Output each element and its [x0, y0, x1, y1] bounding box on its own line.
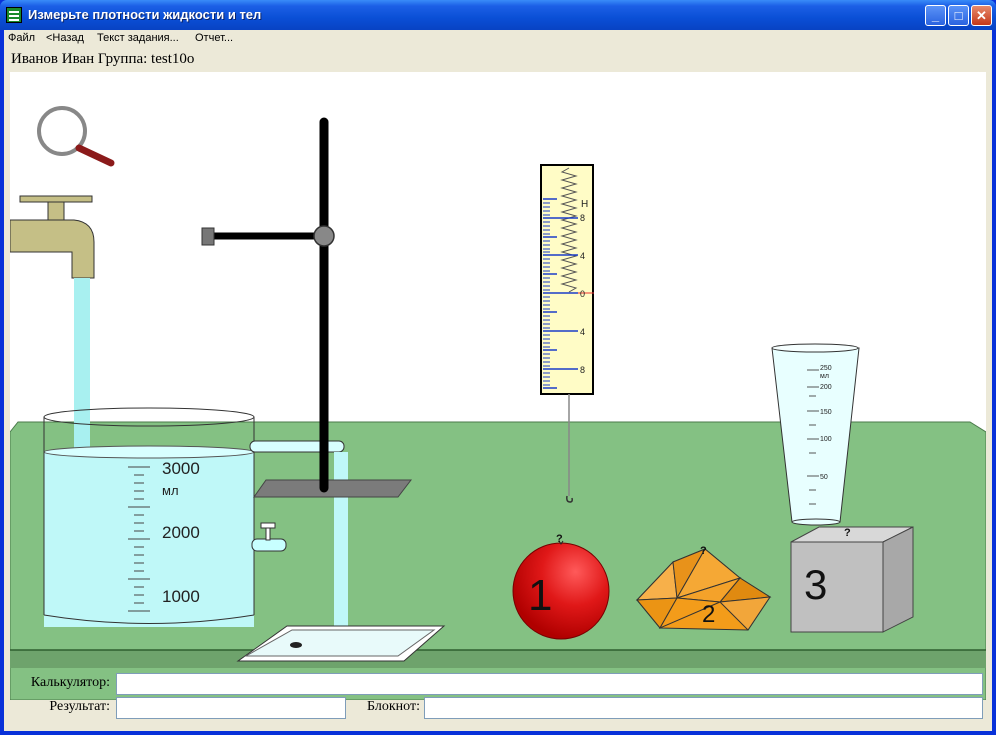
dynamometer-tick-8-top: 8 — [580, 213, 585, 223]
table-edge — [10, 650, 986, 668]
overflow-spout — [249, 440, 345, 453]
dynamometer-tick-0: 0 — [580, 289, 585, 299]
cup-label-100: 100 — [820, 436, 832, 443]
dynamometer-tick-4-bottom: 4 — [580, 327, 585, 337]
beaker-label-3000: 3000 — [162, 459, 200, 478]
result-label: Результат: — [49, 699, 110, 714]
menu-task-text[interactable]: Текст задания... — [97, 32, 179, 44]
beaker-label-unit: мл — [162, 483, 179, 498]
lab-drawing: 3000 мл 2000 1000 Н 8 4 0 4 8 250 мл 200… — [10, 106, 986, 700]
user-info: Иванов Иван Группа: test10o — [11, 51, 195, 67]
cup-label-250: 250 — [820, 365, 832, 372]
cup-label-unit: мл — [820, 373, 829, 380]
body-3-cube[interactable]: 3 ? — [790, 526, 914, 633]
menu-bar: Файл <Назад Текст задания... Отчет... — [4, 30, 992, 48]
body-1-mark: ? — [556, 533, 563, 545]
menu-report[interactable]: Отчет... — [195, 32, 233, 44]
dynamometer-unit: Н — [581, 199, 588, 210]
calculator-input[interactable] — [116, 673, 983, 695]
menu-file[interactable]: Файл — [8, 32, 35, 44]
faucet-water-stream — [74, 278, 90, 453]
calculator-label: Калькулятор: — [30, 675, 110, 690]
close-button[interactable]: ✕ — [971, 5, 992, 26]
body-1-number: 1 — [528, 571, 552, 620]
body-3-mark: ? — [844, 527, 851, 539]
cup-label-50: 50 — [820, 474, 828, 481]
app-icon — [6, 7, 22, 23]
cup-label-150: 150 — [820, 409, 832, 416]
body-2-mark: ? — [700, 545, 707, 557]
maximize-button[interactable]: □ — [948, 5, 969, 26]
app-window: Измерьте плотности жидкости и тел _ □ ✕ … — [0, 0, 996, 735]
dynamometer-tick-8-bottom: 8 — [580, 365, 585, 375]
notepad-input[interactable] — [424, 697, 983, 719]
window-title: Измерьте плотности жидкости и тел — [28, 7, 262, 22]
menu-back[interactable]: <Назад — [46, 32, 84, 44]
client-area: Файл <Назад Текст задания... Отчет... Ив… — [4, 30, 992, 731]
result-input[interactable] — [116, 697, 346, 719]
magnifier-icon[interactable] — [37, 106, 115, 167]
beaker-label-2000: 2000 — [162, 523, 200, 542]
cup-label-200: 200 — [820, 384, 832, 391]
body-3-number: 3 — [804, 561, 827, 608]
minimize-button[interactable]: _ — [925, 5, 946, 26]
water-faucet[interactable] — [10, 195, 95, 279]
title-bar: Измерьте плотности жидкости и тел _ □ ✕ — [0, 0, 996, 30]
beaker-label-1000: 1000 — [162, 587, 200, 606]
lab-scene: 3000 мл 2000 1000 Н 8 4 0 4 8 250 мл 200… — [10, 72, 986, 700]
notepad-label: Блокнот: — [367, 699, 420, 714]
body-2-number: 2 — [702, 601, 715, 628]
dynamometer-tick-4-top: 4 — [580, 251, 585, 261]
